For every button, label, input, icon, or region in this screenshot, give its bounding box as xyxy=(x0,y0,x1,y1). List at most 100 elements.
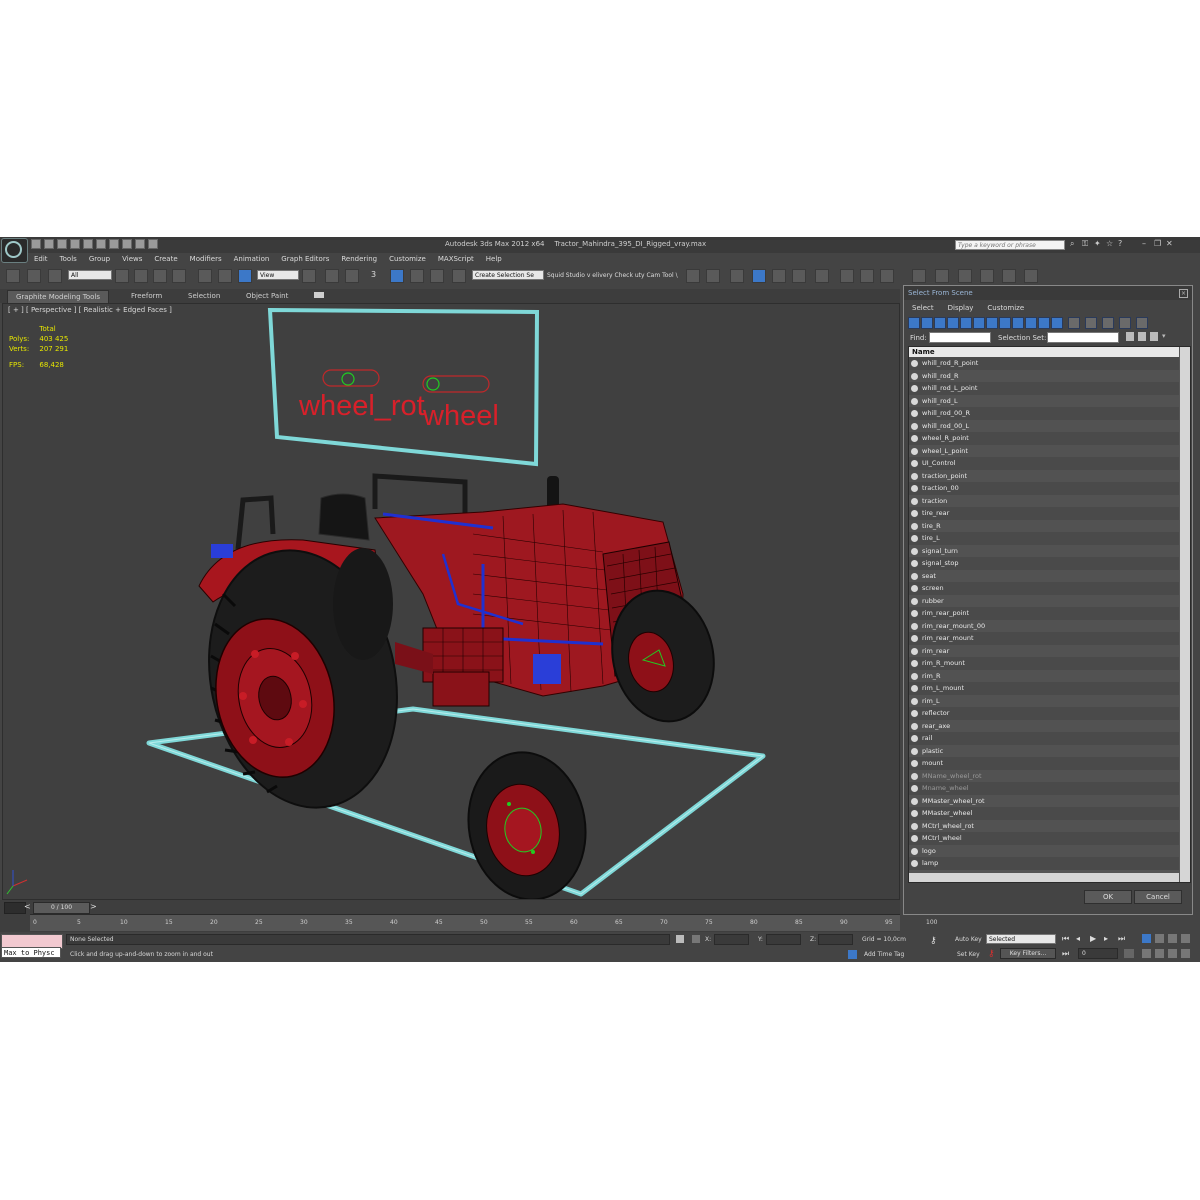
tractor-model[interactable] xyxy=(186,473,726,900)
play-icon[interactable]: ▶ xyxy=(1090,934,1100,943)
menu-maxscript[interactable]: MAXScript xyxy=(432,253,480,265)
list-item[interactable]: whill_rod_L xyxy=(909,394,1179,407)
reference-coordinate-select[interactable]: View xyxy=(257,270,299,280)
list-item[interactable]: rim_rear_mount xyxy=(909,632,1179,645)
key-mode-select[interactable]: Selected xyxy=(986,934,1056,944)
menu-tools[interactable]: Tools xyxy=(54,253,83,265)
menu-views[interactable]: Views xyxy=(116,253,148,265)
sort-icon[interactable] xyxy=(1126,332,1134,341)
set-key-icon[interactable]: ⚷ xyxy=(988,949,998,959)
list-item[interactable]: traction_00 xyxy=(909,482,1179,495)
layout-icon-2[interactable] xyxy=(135,239,145,249)
select-all-icon[interactable] xyxy=(1068,317,1080,329)
list-item[interactable]: rim_L_mount xyxy=(909,682,1179,695)
list-item[interactable]: logo xyxy=(909,844,1179,857)
close-icon[interactable]: ✕ xyxy=(1166,239,1174,248)
filter-xrefs-icon[interactable] xyxy=(999,317,1011,329)
mini-curve-toggle-icon[interactable] xyxy=(4,902,26,914)
key-icon[interactable]: ⚷ xyxy=(930,937,944,946)
filter-lights-icon[interactable] xyxy=(934,317,946,329)
window-crossing-icon[interactable] xyxy=(172,269,186,283)
list-item[interactable]: rim_rear_mount_00 xyxy=(909,619,1179,632)
undo-icon[interactable] xyxy=(70,239,80,249)
time-slider[interactable]: 0 / 100 xyxy=(33,902,90,914)
rotate-icon[interactable] xyxy=(218,269,232,283)
list-item[interactable]: wheel_R_point xyxy=(909,432,1179,445)
tab-selection[interactable]: Selection xyxy=(188,290,220,302)
ok-button[interactable]: OK xyxy=(1084,890,1132,904)
plugin-toolbar-text[interactable]: Squid Studio v elivery Check uty Cam Too… xyxy=(547,272,678,279)
filter-spacewarps-icon[interactable] xyxy=(973,317,985,329)
list-vertical-scrollbar[interactable] xyxy=(1180,347,1190,882)
list-item[interactable]: plastic xyxy=(909,744,1179,757)
layout-icon-3[interactable] xyxy=(148,239,158,249)
list-item[interactable]: rail xyxy=(909,732,1179,745)
menu-animation[interactable]: Animation xyxy=(228,253,276,265)
app-logo-button[interactable] xyxy=(1,238,28,263)
binoculars-icon[interactable]: ⌕ xyxy=(1070,239,1078,248)
sort-icon-3[interactable] xyxy=(1150,332,1158,341)
select-none-icon[interactable] xyxy=(1085,317,1097,329)
graphite-toggle-icon[interactable] xyxy=(752,269,766,283)
column-header-name[interactable]: Name xyxy=(909,347,1179,357)
list-item[interactable]: traction_point xyxy=(909,469,1179,482)
dialog-menu-select[interactable]: Select xyxy=(904,302,940,314)
list-item[interactable]: MMaster_wheel_rot xyxy=(909,794,1179,807)
list-item[interactable]: rear_axe xyxy=(909,719,1179,732)
pan-icon[interactable] xyxy=(1155,949,1164,958)
list-item[interactable]: signal_stop xyxy=(909,557,1179,570)
expand-icon[interactable]: ▾ xyxy=(1162,332,1170,341)
find-input[interactable] xyxy=(929,332,991,343)
list-item[interactable]: MMaster_wheel xyxy=(909,807,1179,820)
subscription-icon[interactable]: ⚿ xyxy=(1082,239,1090,248)
bind-spacewarp-icon[interactable] xyxy=(48,269,62,283)
goto-end-icon[interactable]: ⏭ xyxy=(1118,934,1128,943)
absolute-mode-icon[interactable] xyxy=(692,935,700,943)
dialog-title-bar[interactable]: Select From Scene × xyxy=(904,286,1192,300)
selection-filter-select[interactable]: All xyxy=(68,270,112,280)
edit-named-sel-icon[interactable] xyxy=(452,269,466,283)
list-item[interactable]: rubber xyxy=(909,594,1179,607)
add-time-tag[interactable]: Add Time Tag xyxy=(864,951,904,958)
filter-groups-icon[interactable] xyxy=(986,317,998,329)
layer-manager-icon[interactable] xyxy=(730,269,744,283)
time-tag-icon[interactable] xyxy=(848,950,857,959)
rect-selection-icon[interactable] xyxy=(153,269,167,283)
dialog-menu-display[interactable]: Display xyxy=(940,302,980,314)
save-icon[interactable] xyxy=(57,239,67,249)
current-frame-field[interactable]: 0 xyxy=(1078,948,1118,959)
favorites-icon[interactable]: ☆ xyxy=(1106,239,1114,248)
prev-frame-icon[interactable]: < xyxy=(24,902,31,911)
align-icon[interactable] xyxy=(706,269,720,283)
perspective-viewport[interactable]: [ + ] [ Perspective ] [ Realistic + Edge… xyxy=(2,303,900,900)
project-folder-icon[interactable] xyxy=(96,239,106,249)
tab-freeform[interactable]: Freeform xyxy=(131,290,162,302)
open-file-icon[interactable] xyxy=(44,239,54,249)
named-selection-set-select[interactable]: Create Selection Se xyxy=(472,270,544,280)
list-item[interactable]: whill_rod_R_point xyxy=(909,357,1179,370)
keyboard-shortcut-icon[interactable] xyxy=(345,269,359,283)
list-item[interactable]: rim_R xyxy=(909,669,1179,682)
tab-object-paint[interactable]: Object Paint xyxy=(246,290,288,302)
move-icon[interactable] xyxy=(198,269,212,283)
schematic-view-icon[interactable] xyxy=(792,269,806,283)
communication-icon[interactable]: ✦ xyxy=(1094,239,1102,248)
spinner-snap-icon[interactable] xyxy=(430,269,444,283)
cancel-button[interactable]: Cancel xyxy=(1134,890,1182,904)
angle-snap-icon[interactable] xyxy=(390,269,404,283)
z-coordinate-field[interactable] xyxy=(818,934,853,945)
mirror-icon[interactable] xyxy=(686,269,700,283)
maxscript-mini-listener[interactable]: Max to Physc xyxy=(1,947,61,958)
pivot-center-icon[interactable] xyxy=(302,269,316,283)
plugin-icon-1[interactable] xyxy=(935,269,949,283)
menu-edit[interactable]: Edit xyxy=(28,253,54,265)
ui-control-board[interactable] xyxy=(267,307,540,467)
plugin-icon-2[interactable] xyxy=(958,269,972,283)
workspace-icon[interactable] xyxy=(109,239,119,249)
list-item[interactable]: tire_L xyxy=(909,532,1179,545)
scene-render[interactable]: wheel_rot wheel xyxy=(3,304,900,900)
key-filters-button[interactable]: Key Filters... xyxy=(1000,948,1056,959)
vray-icon[interactable] xyxy=(912,269,926,283)
plugin-icon-4[interactable] xyxy=(1002,269,1016,283)
fov-icon[interactable] xyxy=(1142,949,1151,958)
